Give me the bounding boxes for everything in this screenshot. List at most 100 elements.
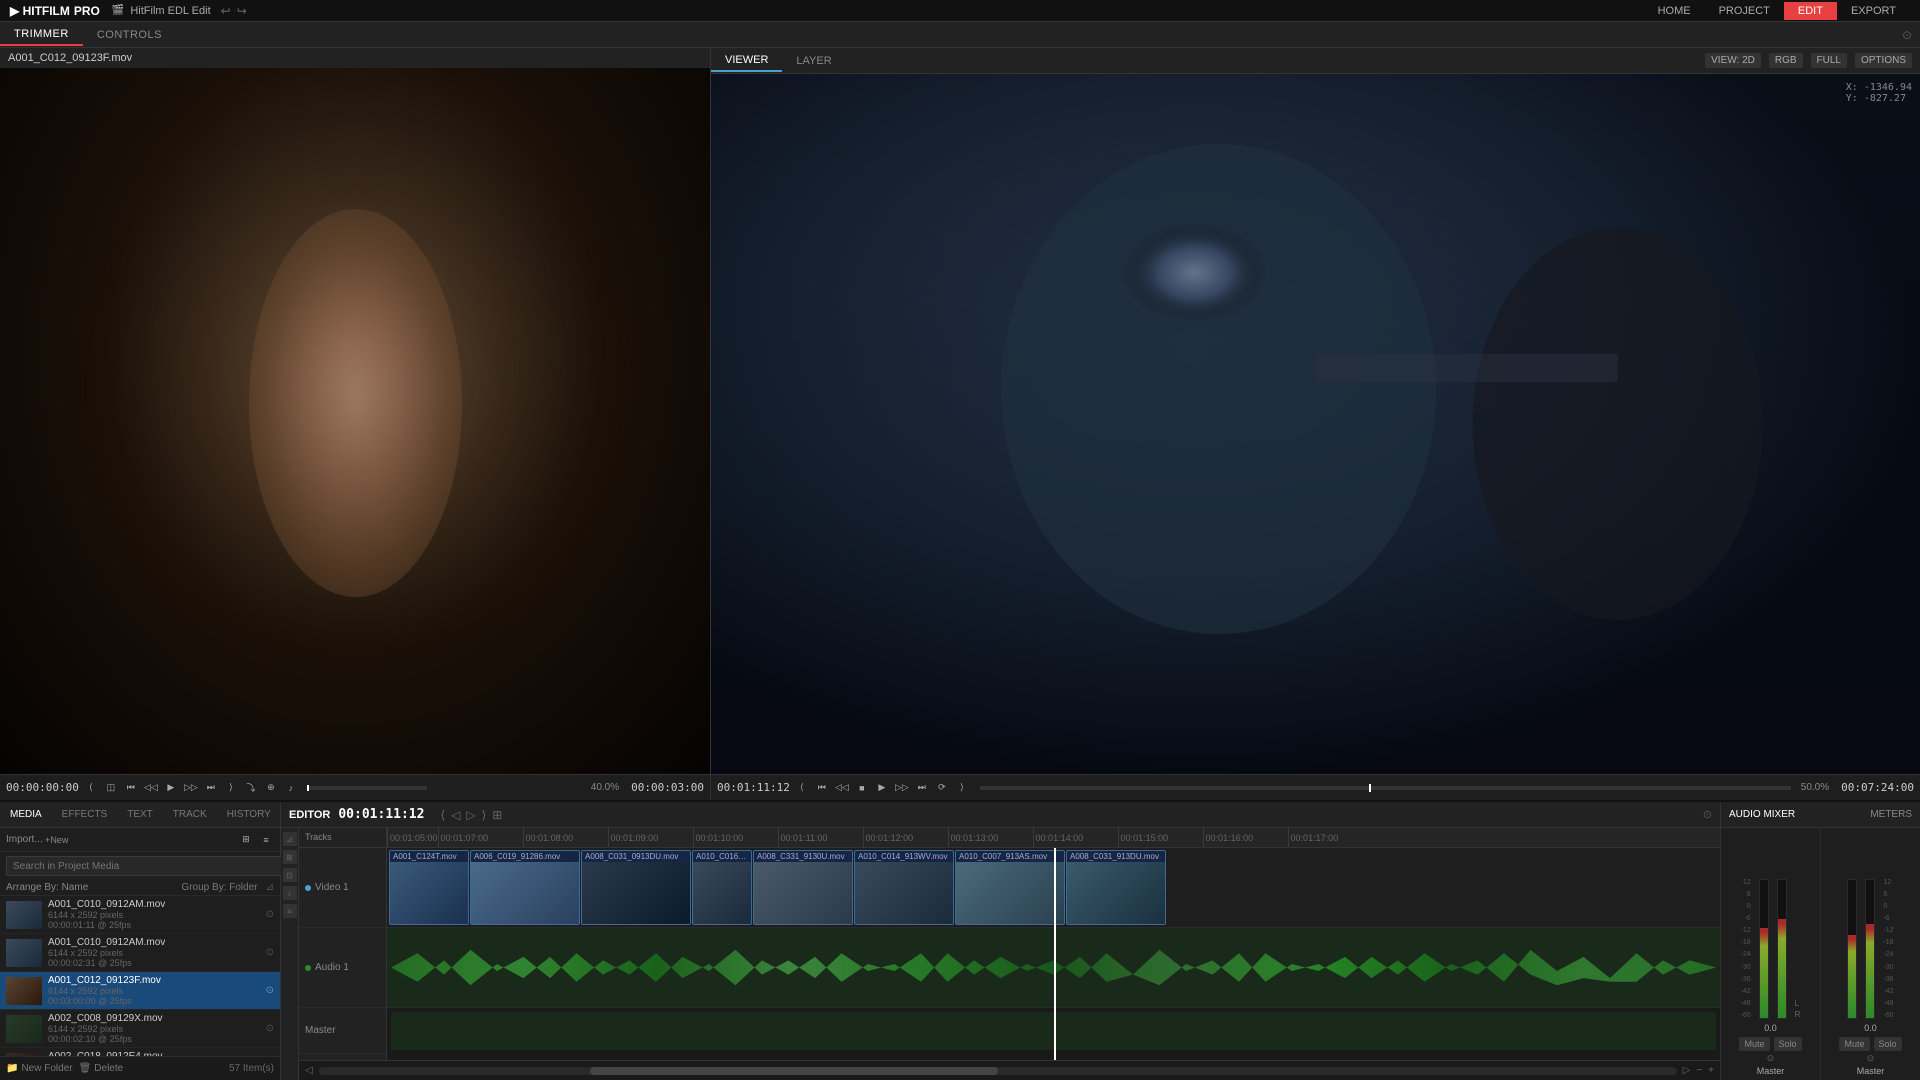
arrange-by-btn[interactable]: Arrange By: Name (6, 882, 88, 893)
editor-panel-close[interactable]: ⊙ (1703, 808, 1712, 821)
source-btn-fast-fwd[interactable]: ▷▷ (183, 780, 199, 796)
master-track-row[interactable] (387, 1008, 1720, 1054)
tab-history[interactable]: HISTORY (217, 805, 281, 824)
solo-btn-2[interactable]: Solo (1874, 1037, 1902, 1051)
video1-track-row[interactable]: A001_C124T.mov A006_C019_91286.mov A008_… (387, 848, 1720, 928)
program-btn-loop[interactable]: ⟳ (934, 780, 950, 796)
source-btn-mark-in[interactable]: ⟨ (83, 780, 99, 796)
source-playhead-track[interactable] (307, 786, 427, 790)
editor-btn-prev[interactable]: ⟨ (440, 808, 445, 822)
view-mode-btn[interactable]: VIEW: 2D (1705, 53, 1761, 68)
project-icon: 🎬 (112, 5, 124, 16)
delete-btn[interactable]: 🗑 Delete (79, 1063, 124, 1074)
tl-snap-btn[interactable]: ⊿ (283, 832, 297, 846)
editor-btn-ripple[interactable]: ⊞ (492, 808, 502, 822)
item-count: 57 Item(s) (229, 1063, 274, 1074)
video-clip[interactable]: A010_C014_913WV.mov (854, 850, 954, 925)
search-input[interactable] (6, 856, 286, 876)
program-monitor: VIEWER LAYER VIEW: 2D RGB FULL OPTIONS (711, 48, 1920, 800)
video-clip[interactable]: A001_C124T.mov (389, 850, 469, 925)
solo-btn-1[interactable]: Solo (1774, 1037, 1802, 1051)
program-btn-step-fwd[interactable]: ⏭ (914, 780, 930, 796)
new-media-btn[interactable]: + New (49, 832, 65, 848)
mute-btn-1[interactable]: Mute (1739, 1037, 1769, 1051)
video-clip[interactable]: A010_C007_913AS.mov (955, 850, 1065, 925)
media-item-options-icon[interactable]: ⊙ (266, 947, 274, 958)
program-btn-play[interactable]: ▶ (874, 780, 890, 796)
source-btn-next-frame[interactable]: ⏭ (203, 780, 219, 796)
media-item-options-icon[interactable]: ⊙ (266, 1023, 274, 1034)
program-btn-step-back[interactable]: ⏮ (814, 780, 830, 796)
nav-edit[interactable]: EDIT (1784, 2, 1837, 20)
tab-trimmer[interactable]: TRIMMER (0, 24, 83, 46)
video-clip[interactable]: A008_C031_0913DU.mov (581, 850, 691, 925)
tab-viewer[interactable]: VIEWER (711, 50, 782, 72)
arrange-row: Arrange By: Name Group By: Folder ⊿ (0, 880, 280, 896)
options-btn[interactable]: OPTIONS (1855, 53, 1912, 68)
program-btn-mark-out[interactable]: ⟩ (954, 780, 970, 796)
tab-effects[interactable]: EFFECTS (52, 805, 118, 824)
audio-mixer-body: 12 6 0 -6 -12 -18 -24 -30 -36 -42 -48 -6… (1721, 828, 1920, 1080)
list-view-btn[interactable]: ≡ (258, 832, 274, 848)
source-btn-rewind[interactable]: ◁◁ (143, 780, 159, 796)
editor-btn-next[interactable]: ⟩ (482, 808, 487, 822)
tl-audio-btn[interactable]: ♪ (283, 886, 297, 900)
source-btn-play[interactable]: ▶ (163, 780, 179, 796)
list-item[interactable]: A002_C008_09129X.mov 6144 x 2592 pixels … (0, 1010, 280, 1048)
media-item-options-icon[interactable]: ⊙ (266, 909, 274, 920)
source-btn-prev-frame[interactable]: ⏮ (123, 780, 139, 796)
clip-thumbnail (693, 862, 751, 924)
info-icon[interactable]: ⊙ (1902, 28, 1912, 42)
video-clip[interactable]: A008_C031_913DU.mov (1066, 850, 1166, 925)
media-item-options-icon[interactable]: ⊙ (266, 985, 274, 996)
list-item[interactable]: A001_C010_0912AM.mov 6144 x 2592 pixels … (0, 934, 280, 972)
group-by-btn[interactable]: Group By: Folder (181, 882, 257, 893)
audio-waveform-visual (391, 932, 1716, 1003)
source-btn-overwrite[interactable]: ⊕ (263, 780, 279, 796)
list-item[interactable]: A001_C010_0912AM.mov 6144 x 2592 pixels … (0, 896, 280, 934)
tab-controls[interactable]: CONTROLS (83, 25, 176, 45)
source-btn-clip[interactable]: ◫ (103, 780, 119, 796)
list-item[interactable]: A001_C012_09123F.mov 6144 x 2592 pixels … (0, 972, 280, 1010)
color-mode-btn[interactable]: RGB (1769, 53, 1803, 68)
undo-icon[interactable]: ↩ (221, 4, 231, 18)
tl-scroll-right-btn[interactable]: ▷ (1683, 1065, 1691, 1076)
tl-zoom-out-btn[interactable]: − (1696, 1065, 1702, 1076)
nav-export[interactable]: EXPORT (1837, 2, 1910, 20)
video-clip[interactable]: A008_C331_9130U.mov (753, 850, 853, 925)
nav-home[interactable]: HOME (1644, 2, 1705, 20)
redo-icon[interactable]: ↪ (237, 4, 247, 18)
grid-view-btn[interactable]: ⊞ (238, 832, 254, 848)
program-btn-mark-in[interactable]: ⟨ (794, 780, 810, 796)
program-btn-fast-fwd[interactable]: ▷▷ (894, 780, 910, 796)
tl-zoom-in-btn[interactable]: + (1708, 1065, 1714, 1076)
program-playhead-track[interactable] (980, 786, 1791, 790)
sort-icon[interactable]: ⊿ (266, 882, 274, 893)
tl-ripple-btn[interactable]: ≡ (283, 904, 297, 918)
tab-track[interactable]: TRACK (163, 805, 217, 824)
program-btn-rewind[interactable]: ◁◁ (834, 780, 850, 796)
editor-btn-in[interactable]: ◁ (451, 808, 460, 822)
editor-btn-out[interactable]: ▷ (466, 808, 475, 822)
tl-link-btn[interactable]: ⊞ (283, 850, 297, 864)
full-btn[interactable]: FULL (1811, 53, 1847, 68)
tl-scroll-left-btn[interactable]: ◁ (305, 1065, 313, 1076)
tab-layer[interactable]: LAYER (782, 51, 845, 71)
tl-lock-btn[interactable]: ⊡ (283, 868, 297, 882)
tl-scroll-track[interactable] (319, 1067, 1677, 1075)
tab-text[interactable]: TEXT (117, 805, 163, 824)
list-item[interactable]: A002_C018_0912E4.mov 6144 x 2592 pixels … (0, 1048, 280, 1056)
nav-project[interactable]: PROJECT (1705, 2, 1784, 20)
source-btn-mark-out[interactable]: ⟩ (223, 780, 239, 796)
mute-btn-2[interactable]: Mute (1839, 1037, 1869, 1051)
source-btn-audio[interactable]: ♪ (283, 780, 299, 796)
program-btn-stop[interactable]: ■ (854, 780, 870, 796)
delete-icon: 🗑 (79, 1063, 92, 1074)
new-folder-btn[interactable]: 📁 New Folder (6, 1063, 73, 1074)
video-clip[interactable]: A010_C016_9133li.mov (692, 850, 752, 925)
video-clip[interactable]: A006_C019_91286.mov (470, 850, 580, 925)
source-btn-insert[interactable]: ⤵ (243, 780, 259, 796)
audio1-track-row[interactable] (387, 928, 1720, 1008)
import-button[interactable]: Import... (6, 834, 43, 845)
tab-media[interactable]: MEDIA (0, 805, 52, 824)
